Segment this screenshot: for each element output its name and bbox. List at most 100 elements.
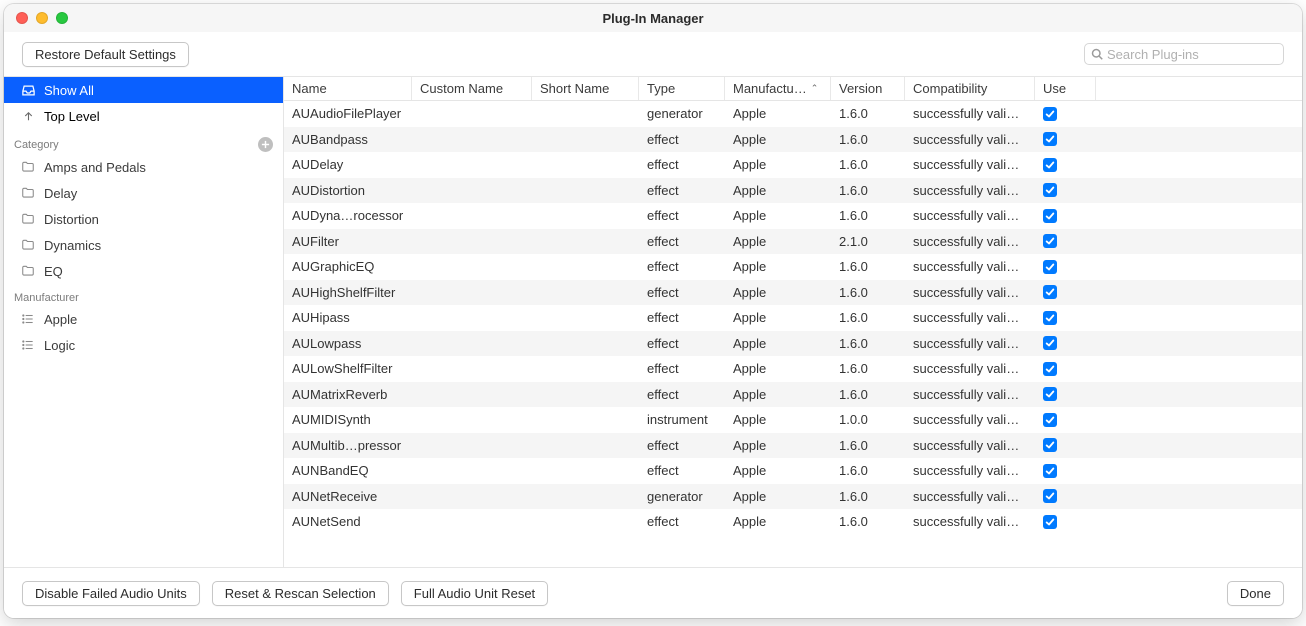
use-checkbox[interactable] [1043, 311, 1057, 325]
cell-use [1035, 234, 1096, 248]
use-checkbox[interactable] [1043, 158, 1057, 172]
use-checkbox[interactable] [1043, 107, 1057, 121]
col-manufacturer[interactable]: Manufactu…⌃ [725, 77, 831, 100]
sidebar-category-item[interactable]: Dynamics [4, 232, 283, 258]
table-row[interactable]: AULowpasseffectApple1.6.0successfully va… [284, 331, 1302, 357]
plugin-manager-window: Plug-In Manager Restore Default Settings… [4, 4, 1302, 618]
zoom-icon[interactable] [56, 12, 68, 24]
use-checkbox[interactable] [1043, 209, 1057, 223]
cell-type: effect [639, 361, 725, 376]
cell-manufacturer: Apple [725, 489, 831, 504]
use-checkbox[interactable] [1043, 515, 1057, 529]
sidebar-item-label: Logic [44, 338, 75, 353]
restore-default-button[interactable]: Restore Default Settings [22, 42, 189, 67]
cell-use [1035, 183, 1096, 197]
col-use[interactable]: Use [1035, 77, 1096, 100]
sidebar-manufacturer-item[interactable]: Apple [4, 306, 283, 332]
cell-use [1035, 209, 1096, 223]
sidebar-manufacturer-item[interactable]: Logic [4, 332, 283, 358]
search-field[interactable] [1084, 43, 1284, 65]
cell-compatibility: successfully vali… [905, 412, 1035, 427]
table-row[interactable]: AUMultib…pressoreffectApple1.6.0successf… [284, 433, 1302, 459]
cell-use [1035, 413, 1096, 427]
reset-rescan-button[interactable]: Reset & Rescan Selection [212, 581, 389, 606]
sidebar-item-label: Distortion [44, 212, 99, 227]
toolbar: Restore Default Settings [4, 32, 1302, 76]
table-row[interactable]: AUDyna…rocessoreffectApple1.6.0successfu… [284, 203, 1302, 229]
table-row[interactable]: AUHipasseffectApple1.6.0successfully val… [284, 305, 1302, 331]
window-title: Plug-In Manager [4, 11, 1302, 26]
search-input[interactable] [1107, 47, 1277, 62]
cell-compatibility: successfully vali… [905, 208, 1035, 223]
use-checkbox[interactable] [1043, 234, 1057, 248]
use-checkbox[interactable] [1043, 336, 1057, 350]
disable-failed-button[interactable]: Disable Failed Audio Units [22, 581, 200, 606]
col-name[interactable]: Name [284, 77, 412, 100]
sidebar-manufacturer-header: Manufacturer [4, 284, 283, 306]
sidebar-category-item[interactable]: Delay [4, 180, 283, 206]
table-row[interactable]: AUDistortioneffectApple1.6.0successfully… [284, 178, 1302, 204]
table-row[interactable]: AUAudioFilePlayergeneratorApple1.6.0succ… [284, 101, 1302, 127]
table-row[interactable]: AUBandpasseffectApple1.6.0successfully v… [284, 127, 1302, 153]
cell-type: effect [639, 208, 725, 223]
cell-use [1035, 362, 1096, 376]
table-row[interactable]: AUFiltereffectApple2.1.0successfully val… [284, 229, 1302, 255]
use-checkbox[interactable] [1043, 489, 1057, 503]
cell-version: 1.6.0 [831, 285, 905, 300]
list-icon [20, 312, 36, 326]
cell-use [1035, 464, 1096, 478]
cell-manufacturer: Apple [725, 157, 831, 172]
use-checkbox[interactable] [1043, 362, 1057, 376]
col-version[interactable]: Version [831, 77, 905, 100]
close-icon[interactable] [16, 12, 28, 24]
table-row[interactable]: AUMIDISynthinstrumentApple1.0.0successfu… [284, 407, 1302, 433]
table-row[interactable]: AUNetReceivegeneratorApple1.6.0successfu… [284, 484, 1302, 510]
col-compatibility[interactable]: Compatibility [905, 77, 1035, 100]
cell-compatibility: successfully vali… [905, 438, 1035, 453]
table-row[interactable]: AUNetSendeffectApple1.6.0successfully va… [284, 509, 1302, 535]
cell-use [1035, 311, 1096, 325]
sidebar-category-header: Category [4, 129, 283, 154]
add-category-button[interactable] [258, 137, 273, 152]
use-checkbox[interactable] [1043, 413, 1057, 427]
table-row[interactable]: AULowShelfFiltereffectApple1.6.0successf… [284, 356, 1302, 382]
col-type[interactable]: Type [639, 77, 725, 100]
table-row[interactable]: AUHighShelfFiltereffectApple1.6.0success… [284, 280, 1302, 306]
cell-manufacturer: Apple [725, 234, 831, 249]
use-checkbox[interactable] [1043, 438, 1057, 452]
col-custom-name[interactable]: Custom Name [412, 77, 532, 100]
sidebar-item-label: Apple [44, 312, 77, 327]
cell-version: 1.6.0 [831, 463, 905, 478]
sidebar-show-all[interactable]: Show All [4, 77, 283, 103]
full-reset-button[interactable]: Full Audio Unit Reset [401, 581, 548, 606]
cell-name: AUNBandEQ [284, 463, 412, 478]
use-checkbox[interactable] [1043, 132, 1057, 146]
table-row[interactable]: AUNBandEQeffectApple1.6.0successfully va… [284, 458, 1302, 484]
use-checkbox[interactable] [1043, 183, 1057, 197]
cell-manufacturer: Apple [725, 106, 831, 121]
cell-type: effect [639, 183, 725, 198]
sidebar-category-item[interactable]: EQ [4, 258, 283, 284]
done-button[interactable]: Done [1227, 581, 1284, 606]
cell-compatibility: successfully vali… [905, 183, 1035, 198]
table-row[interactable]: AUDelayeffectApple1.6.0successfully vali… [284, 152, 1302, 178]
use-checkbox[interactable] [1043, 387, 1057, 401]
sidebar-top-level[interactable]: Top Level [4, 103, 283, 129]
use-checkbox[interactable] [1043, 464, 1057, 478]
sidebar-category-item[interactable]: Amps and Pedals [4, 154, 283, 180]
sidebar[interactable]: Show All Top Level Category Amps and Ped… [4, 77, 284, 567]
table-header-row: Name Custom Name Short Name Type Manufac… [284, 77, 1302, 101]
col-short-name[interactable]: Short Name [532, 77, 639, 100]
sidebar-item-label: EQ [44, 264, 63, 279]
cell-version: 1.6.0 [831, 489, 905, 504]
table-row[interactable]: AUGraphicEQeffectApple1.6.0successfully … [284, 254, 1302, 280]
minimize-icon[interactable] [36, 12, 48, 24]
sidebar-category-item[interactable]: Distortion [4, 206, 283, 232]
table-row[interactable]: AUMatrixReverbeffectApple1.6.0successful… [284, 382, 1302, 408]
use-checkbox[interactable] [1043, 260, 1057, 274]
plugin-table[interactable]: Name Custom Name Short Name Type Manufac… [284, 77, 1302, 567]
cell-type: effect [639, 387, 725, 402]
cell-manufacturer: Apple [725, 438, 831, 453]
cell-manufacturer: Apple [725, 310, 831, 325]
use-checkbox[interactable] [1043, 285, 1057, 299]
